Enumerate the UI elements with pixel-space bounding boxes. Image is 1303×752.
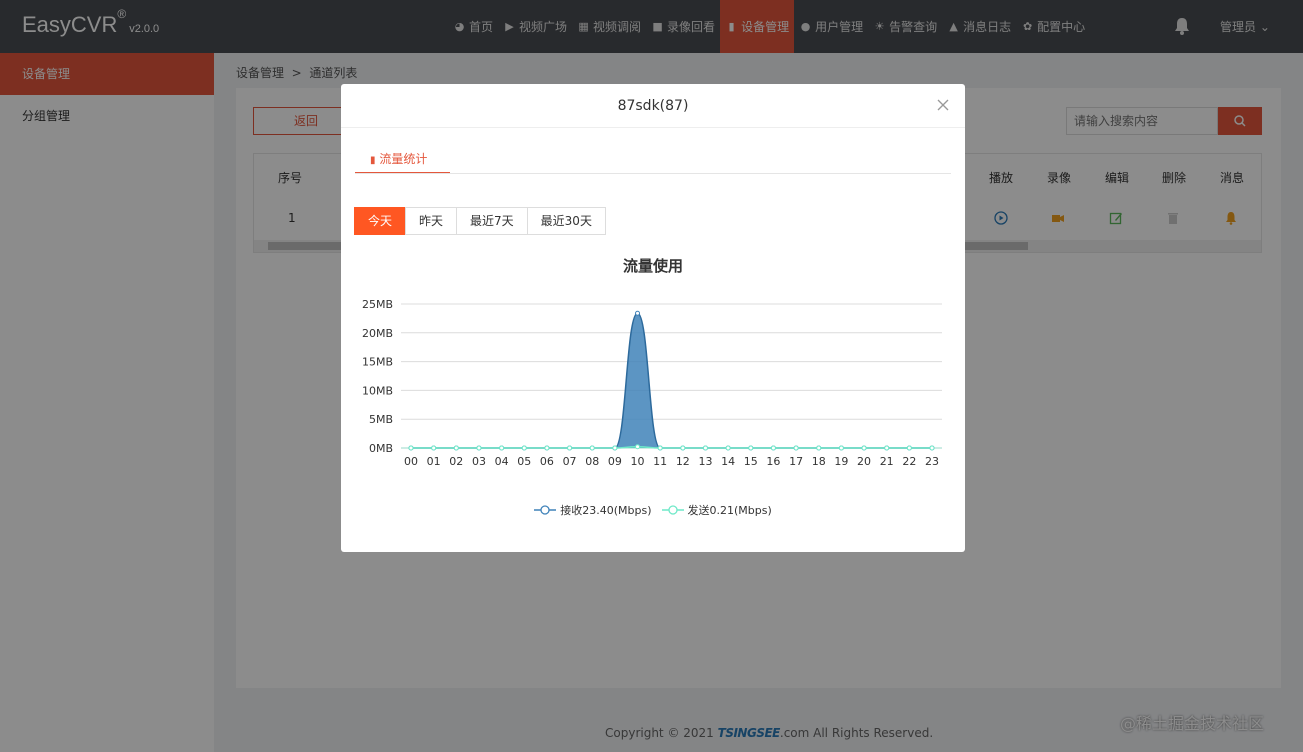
data-point	[906, 445, 912, 451]
data-point	[770, 445, 776, 451]
x-tick-label: 11	[653, 455, 667, 468]
x-tick-label: 21	[880, 455, 894, 468]
y-tick-label: 20MB	[362, 327, 393, 340]
x-tick-label: 05	[517, 455, 531, 468]
data-point	[884, 445, 890, 451]
x-tick-label: 09	[608, 455, 622, 468]
data-point	[680, 445, 686, 451]
tab-traffic-stats[interactable]: ▮ 流量统计	[355, 146, 450, 174]
legend-item-0[interactable]: 接收23.40(Mbps)	[534, 502, 652, 518]
x-tick-label: 03	[472, 455, 486, 468]
x-tick-label: 23	[925, 455, 939, 468]
data-point	[499, 445, 505, 451]
x-tick-label: 15	[744, 455, 758, 468]
data-point	[521, 445, 527, 451]
data-point	[476, 445, 482, 451]
data-point	[725, 445, 731, 451]
modal-title: 87sdk(87)	[341, 84, 965, 128]
x-tick-label: 19	[834, 455, 848, 468]
tab-divider	[355, 173, 951, 174]
data-point	[612, 445, 618, 451]
x-tick-label: 01	[427, 455, 441, 468]
series-line-1	[411, 446, 932, 449]
data-point	[793, 445, 799, 451]
x-tick-label: 04	[495, 455, 509, 468]
legend-label: 发送0.21(Mbps)	[687, 504, 772, 517]
x-tick-label: 12	[676, 455, 690, 468]
x-tick-label: 02	[449, 455, 463, 468]
traffic-chart: 0MB 5MB 10MB 15MB 20MB 25MB 00 01 02 03 04 05 06 07 08…	[362, 298, 942, 468]
x-tick-label: 10	[631, 455, 645, 468]
bar-chart-icon: ▮	[370, 155, 376, 166]
legend-marker	[534, 505, 557, 515]
data-point	[816, 445, 822, 451]
data-point	[838, 445, 844, 451]
data-point	[657, 445, 663, 451]
data-point	[589, 445, 595, 451]
x-tick-label: 13	[698, 455, 712, 468]
y-tick-label: 0MB	[369, 442, 393, 455]
x-tick-label: 22	[902, 455, 916, 468]
x-tick-label: 20	[857, 455, 871, 468]
data-point	[408, 445, 414, 451]
data-point	[544, 445, 550, 451]
range-button-0[interactable]: 今天	[354, 207, 407, 235]
data-point	[567, 445, 573, 451]
y-tick-label: 5MB	[369, 413, 393, 426]
data-point	[861, 445, 867, 451]
range-button-3[interactable]: 最近30天	[526, 207, 606, 235]
chart-legend: 接收23.40(Mbps) 发送0.21(Mbps)	[341, 502, 965, 518]
x-tick-label: 14	[721, 455, 735, 468]
range-button-2[interactable]: 最近7天	[456, 207, 528, 235]
data-point	[748, 445, 754, 451]
x-tick-label: 06	[540, 455, 554, 468]
traffic-stats-modal: 87sdk(87) ▮ 流量统计 今天 昨天 最近7天 最近30天 流量使用 0MB 5…	[341, 84, 965, 552]
x-tick-label: 17	[789, 455, 803, 468]
data-point	[702, 445, 708, 451]
legend-marker	[661, 505, 684, 515]
legend-item-1[interactable]: 发送0.21(Mbps)	[661, 502, 772, 518]
chart-title: 流量使用	[622, 257, 683, 275]
legend-label: 接收23.40(Mbps)	[560, 504, 652, 517]
close-icon[interactable]	[936, 98, 950, 112]
data-point	[431, 445, 437, 451]
series-line-0	[411, 312, 932, 449]
range-button-1[interactable]: 昨天	[405, 207, 458, 235]
x-tick-label: 18	[812, 455, 826, 468]
x-tick-label: 08	[585, 455, 599, 468]
data-point	[453, 445, 459, 451]
x-tick-label: 07	[563, 455, 577, 468]
date-range-selector: 今天 昨天 最近7天 最近30天	[354, 207, 606, 235]
data-point	[929, 445, 935, 451]
data-point	[635, 444, 641, 450]
y-tick-label: 10MB	[362, 384, 393, 397]
x-tick-label: 16	[766, 455, 780, 468]
y-tick-label: 15MB	[362, 356, 393, 369]
x-tick-label: 00	[404, 455, 418, 468]
series-area-0	[411, 313, 932, 448]
data-point	[635, 310, 641, 316]
y-tick-label: 25MB	[362, 298, 393, 311]
